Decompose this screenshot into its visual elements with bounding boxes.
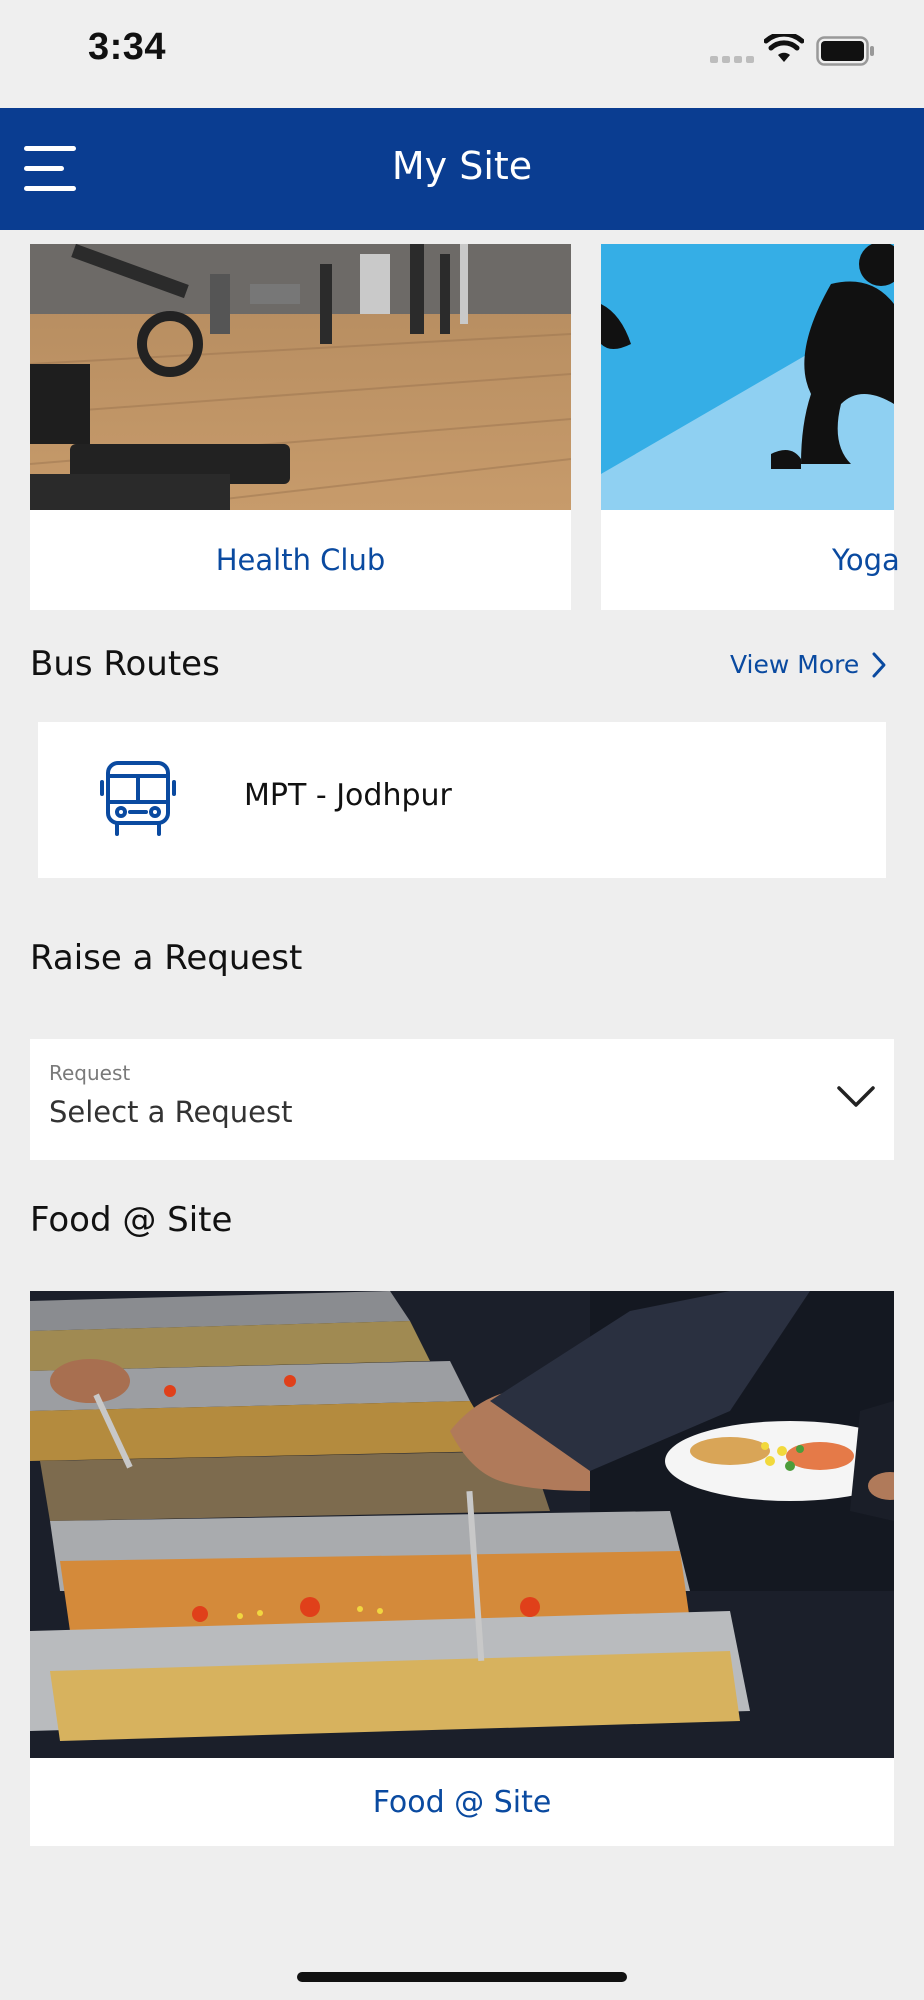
- food-card[interactable]: Food @ Site: [30, 1291, 894, 1846]
- cellular-signal-icon: [710, 56, 754, 63]
- facility-label: Health Club: [215, 543, 386, 577]
- raise-request-heading: Raise a Request: [30, 938, 303, 978]
- request-select[interactable]: Request Select a Request: [30, 1039, 894, 1160]
- status-bar: 3:34: [0, 0, 924, 108]
- buffet-food-photo: [30, 1291, 894, 1758]
- status-time: 3:34: [88, 26, 167, 68]
- facilities-carousel[interactable]: Health Club Yoga: [0, 244, 924, 610]
- facility-card-yoga[interactable]: Yoga: [601, 244, 900, 610]
- food-heading: Food @ Site: [30, 1200, 233, 1240]
- route-name: MPT - Jodhpur: [244, 778, 452, 813]
- bus-icon: [100, 761, 176, 836]
- chevron-right-icon: [872, 652, 886, 677]
- home-indicator: [297, 1972, 627, 1982]
- battery-full-icon: [816, 36, 874, 66]
- yoga-silhouette-illustration: [601, 244, 894, 510]
- facility-card-health-club[interactable]: Health Club: [30, 244, 571, 610]
- view-more-button[interactable]: View More: [730, 650, 887, 679]
- bus-route-card[interactable]: MPT - Jodhpur: [38, 722, 886, 878]
- request-selected-value: Select a Request: [49, 1095, 293, 1129]
- food-card-label: Food @ Site: [372, 1784, 552, 1820]
- wifi-icon: [764, 34, 804, 62]
- bus-routes-heading: Bus Routes: [30, 644, 220, 684]
- gym-equipment-photo: [30, 244, 571, 510]
- chevron-down-icon: [837, 1086, 875, 1107]
- facility-label: Yoga: [832, 543, 900, 577]
- page-title: My Site: [391, 144, 533, 188]
- view-more-label: View More: [730, 650, 860, 679]
- app-header: My Site: [0, 108, 924, 230]
- request-field-label: Request: [49, 1061, 131, 1085]
